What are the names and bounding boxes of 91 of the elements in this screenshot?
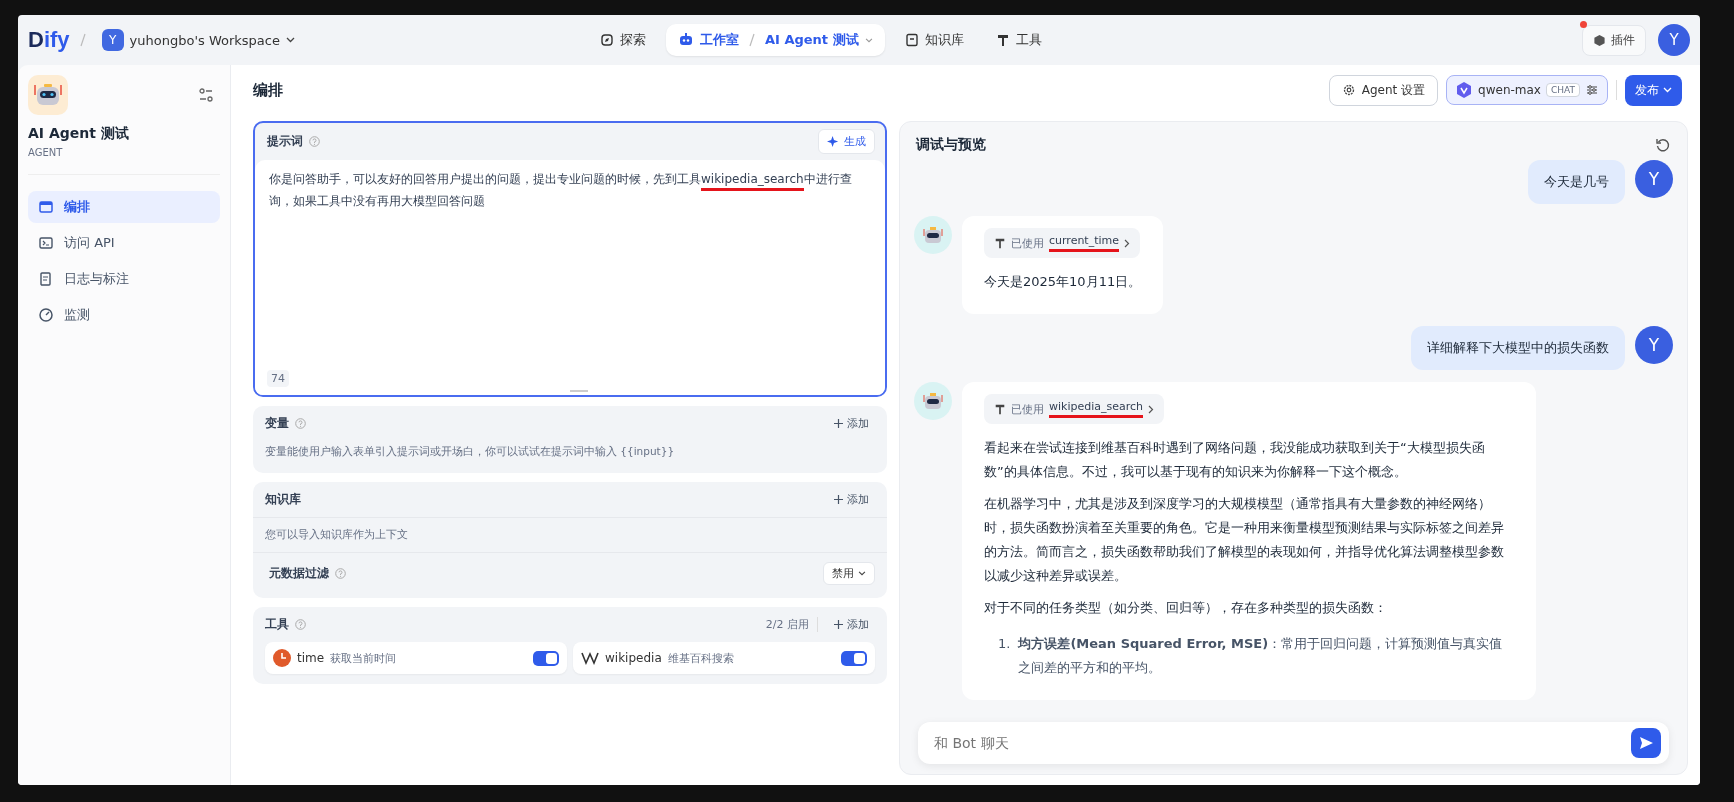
generate-button[interactable]: 生成 xyxy=(818,129,875,154)
tool-name: wikipedia xyxy=(605,651,662,665)
slash-separator-icon xyxy=(79,33,86,47)
list-number: 1. xyxy=(998,635,1011,653)
sidebar-item[interactable]: 日志与标注 xyxy=(28,263,220,295)
user-avatar: Y xyxy=(1635,326,1673,364)
agent-settings-button[interactable]: Agent 设置 xyxy=(1328,74,1439,106)
slash-separator-icon xyxy=(749,33,755,47)
sidebar-item[interactable]: 编排 xyxy=(28,191,220,223)
robot-icon xyxy=(28,75,68,115)
settings-sliders-icon[interactable] xyxy=(198,87,214,103)
list-item-text: 均方误差(Mean Squared Error, MSE)：常用于回归问题，计算预测值与真实值之间差的平方和的平均。 xyxy=(1018,635,1504,677)
nav-tab[interactable]: 探索 xyxy=(588,24,658,56)
chevron-down-icon xyxy=(858,571,866,576)
dify-logo[interactable]: Dify xyxy=(28,27,70,53)
robot-icon xyxy=(678,33,694,47)
tool-description: 获取当前时间 xyxy=(330,650,397,666)
plus-icon xyxy=(834,419,843,428)
chat-input[interactable]: 和 Bot 聊天 xyxy=(932,734,1631,752)
prompt-input[interactable]: 你是问答助手，可以友好的回答用户提出的问题，提出专业问题的时候，先到工具wikipedia_search中进行查询，如果工具中没有再用大模型回答问题 xyxy=(269,168,871,212)
clock-icon xyxy=(273,649,291,667)
model-logo-icon xyxy=(1455,81,1474,99)
chevron-down-icon xyxy=(285,37,295,43)
message-paragraph: 对于不同的任务类型（如分类、回归等），存在多种类型的损失函数： xyxy=(984,599,1388,617)
cube-icon xyxy=(1593,33,1606,47)
add-button[interactable]: 添加 xyxy=(828,616,875,633)
message-paragraph: 看起来在尝试连接到维基百科时遇到了网络问题，我没能成功获取到关于“大模型损失函数”的具体信息。不过，我可以基于现有的知识来为你解释一下这个概念。 xyxy=(984,439,1486,481)
hammer-icon xyxy=(994,403,1006,415)
section-title: 编排 xyxy=(253,80,283,100)
notification-dot xyxy=(1580,21,1587,28)
character-count: 74 xyxy=(267,370,289,387)
user-message: 详细解释下大模型中的损失函数 xyxy=(1411,326,1625,370)
metadata-filter-label: 元数据过滤 xyxy=(268,565,329,582)
compass-icon xyxy=(600,33,614,47)
app-type: AGENT xyxy=(28,147,64,158)
hammer-icon xyxy=(994,237,1006,249)
message-paragraph: 今天是2025年10月11日。 xyxy=(984,273,1142,291)
prompt-label: 提示词 xyxy=(267,133,303,150)
sparkle-icon xyxy=(827,135,840,148)
toggle-switch[interactable] xyxy=(841,650,867,666)
chevron-down-icon xyxy=(864,37,873,43)
add-button[interactable]: 添加 xyxy=(828,491,875,508)
tools-label: 工具 xyxy=(265,616,289,633)
book-icon xyxy=(904,33,919,47)
send-button[interactable] xyxy=(1631,728,1661,758)
document-icon xyxy=(38,271,54,287)
w-letter-icon xyxy=(581,651,599,665)
filter-dropdown[interactable]: 禁用 xyxy=(823,562,875,585)
model-selector[interactable]: qwen-max CHAT xyxy=(1446,75,1608,105)
publish-button[interactable]: 发布 xyxy=(1625,74,1682,106)
chevron-down-icon xyxy=(1663,87,1672,93)
workspace-switcher[interactable]: Y yuhongbo's Workspace xyxy=(95,28,301,52)
chevron-right-icon xyxy=(1124,238,1131,248)
tool-name: time xyxy=(297,651,325,665)
send-icon xyxy=(1638,735,1654,751)
user-avatar[interactable]: Y xyxy=(1658,24,1690,56)
nav-tab[interactable]: 工作室 AI Agent 测试 xyxy=(666,24,885,56)
sliders-icon xyxy=(1585,83,1599,97)
chevron-right-icon xyxy=(1148,404,1155,414)
resize-handle[interactable] xyxy=(570,390,588,392)
plus-icon xyxy=(834,620,843,629)
chat-input-field[interactable]: 和 Bot 聊天 xyxy=(918,722,1669,764)
settings-icon xyxy=(1341,83,1356,97)
user-message: 今天是几号 xyxy=(1528,160,1625,204)
user-avatar: Y xyxy=(1635,160,1673,198)
robot-avatar-icon xyxy=(914,382,952,420)
app-name: AI Agent 测试 xyxy=(28,125,130,143)
sidebar-item[interactable]: 监测 xyxy=(28,299,220,331)
terminal-icon xyxy=(38,235,54,251)
robot-avatar-icon xyxy=(914,216,952,254)
sidebar-item[interactable]: 访问 API xyxy=(28,227,220,259)
nav-tab[interactable]: 工具 xyxy=(983,24,1054,56)
preview-title: 调试与预览 xyxy=(916,136,986,154)
layout-icon xyxy=(38,199,54,215)
refresh-icon[interactable] xyxy=(1655,137,1671,153)
message-paragraph: 在机器学习中，尤其是涉及到深度学习的大规模模型（通常指具有大量参数的神经网络）时，损失函数扮演着至关重要的角色。它是一种用来衡量模型预测结果与实际标签之间差异的方法。简而言之，损失函数帮助我们了解模型的表现如何，并指导优化算法调整模型参数以减少这种差异或误差。 xyxy=(984,495,1505,585)
variables-label: 变量 xyxy=(265,415,289,432)
plugins-button[interactable]: 插件 xyxy=(1582,24,1646,56)
tool-used-chip[interactable]: 已使用 current_time xyxy=(984,228,1141,258)
gauge-icon xyxy=(38,307,54,323)
hammer-icon xyxy=(995,33,1010,47)
toggle-switch[interactable] xyxy=(533,650,559,666)
knowledge-label: 知识库 xyxy=(265,491,301,508)
variables-hint: 变量能使用户输入表单引入提示词或开场白，你可以试试在提示词中输入 {{input}} xyxy=(264,444,676,459)
tool-description: 维基百科搜索 xyxy=(667,650,734,666)
tool-used-chip[interactable]: 已使用 wikipedia_search xyxy=(984,394,1165,424)
nav-tab[interactable]: 知识库 xyxy=(892,24,976,56)
plus-icon xyxy=(834,495,843,504)
knowledge-hint: 您可以导入知识库作为上下文 xyxy=(253,517,887,552)
add-button[interactable]: 添加 xyxy=(828,415,875,432)
tools-count: 2/2 启用 xyxy=(765,617,818,632)
